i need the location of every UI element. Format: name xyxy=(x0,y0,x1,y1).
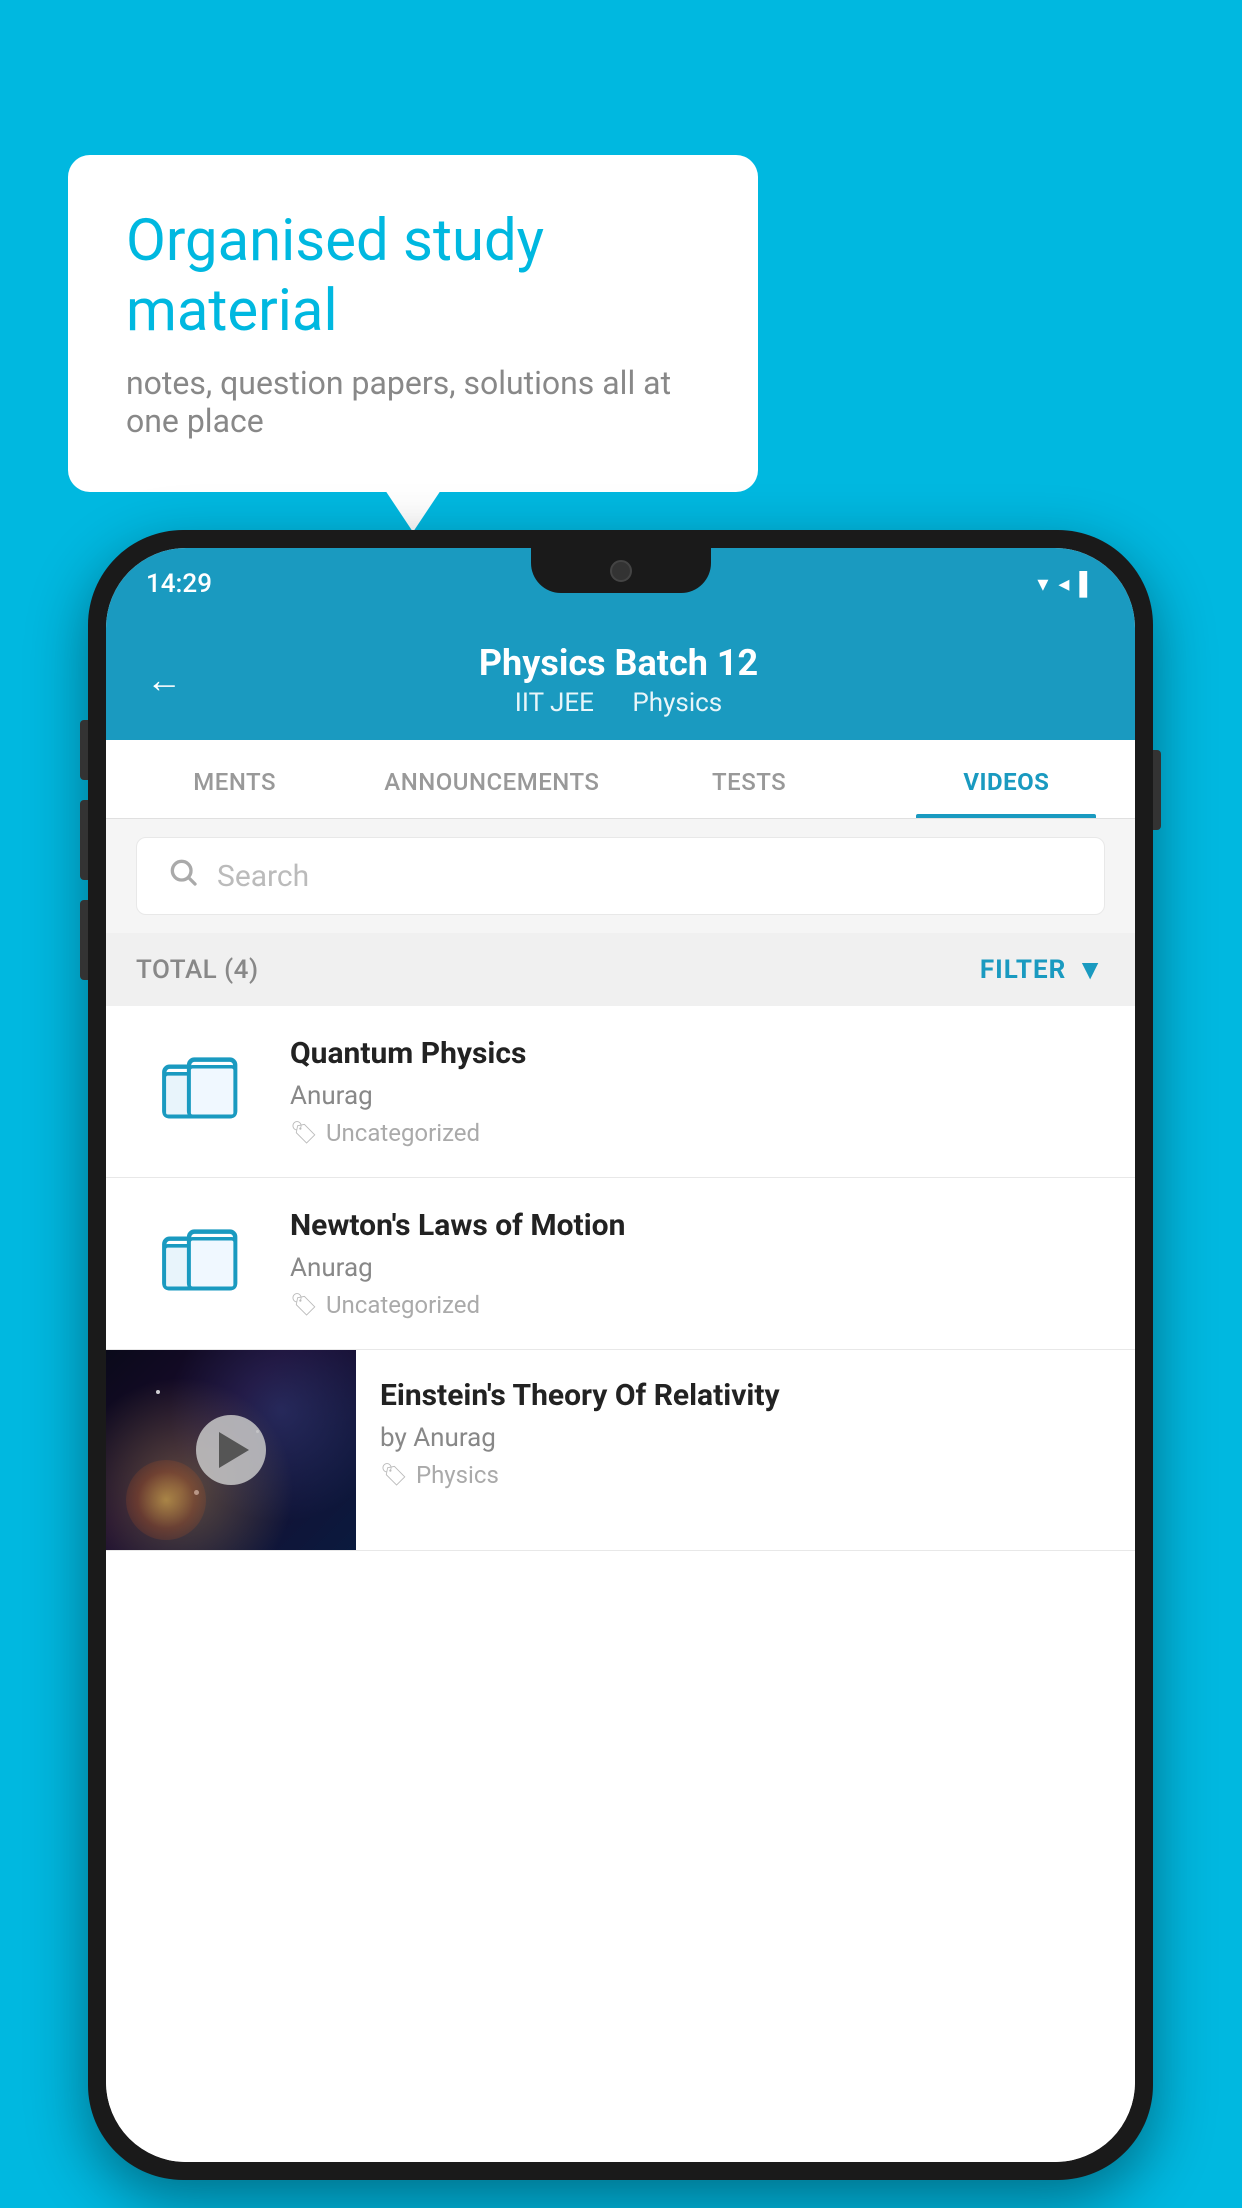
tab-tests[interactable]: TESTS xyxy=(621,740,878,818)
header-subtitle: IIT JEE Physics xyxy=(206,688,1031,718)
video-title: Newton's Laws of Motion xyxy=(290,1208,1105,1243)
tab-ments[interactable]: MENTS xyxy=(106,740,363,818)
search-bar[interactable]: Search xyxy=(136,837,1105,915)
mute-button xyxy=(80,720,88,780)
filter-bar: TOTAL (4) FILTER ▼ xyxy=(106,933,1135,1006)
volume-down-button xyxy=(80,900,88,980)
search-placeholder: Search xyxy=(217,859,309,894)
subtitle-iitjee: IIT JEE xyxy=(515,688,594,718)
video-folder-icon xyxy=(136,1209,266,1319)
header-title-area: Physics Batch 12 IIT JEE Physics xyxy=(206,642,1031,718)
video-details: Einstein's Theory Of Relativity by Anura… xyxy=(356,1350,1135,1517)
camera xyxy=(610,560,632,582)
status-icons: ▾ ◂ ▌ xyxy=(1037,571,1095,597)
speech-bubble: Organised study material notes, question… xyxy=(68,155,758,492)
play-icon xyxy=(219,1432,249,1468)
speech-bubble-card: Organised study material notes, question… xyxy=(68,155,758,492)
filter-icon: ▼ xyxy=(1076,953,1105,986)
video-title: Einstein's Theory Of Relativity xyxy=(380,1378,1109,1413)
tag-icon: 🏷 xyxy=(380,1463,408,1488)
video-details: Newton's Laws of Motion Anurag 🏷 Uncateg… xyxy=(290,1208,1105,1319)
search-icon xyxy=(167,856,199,896)
video-details: Quantum Physics Anurag 🏷 Uncategorized xyxy=(290,1036,1105,1147)
video-tag: 🏷 Uncategorized xyxy=(290,1291,1105,1319)
subtitle-physics: Physics xyxy=(632,688,722,718)
battery-icon: ▌ xyxy=(1079,571,1095,597)
video-author: Anurag xyxy=(290,1081,1105,1111)
bubble-title: Organised study material xyxy=(126,207,700,346)
video-thumbnail xyxy=(106,1350,356,1550)
tab-announcements[interactable]: ANNOUNCEMENTS xyxy=(363,740,620,818)
list-item[interactable]: Newton's Laws of Motion Anurag 🏷 Uncateg… xyxy=(106,1178,1135,1350)
tag-icon: 🏷 xyxy=(290,1293,318,1318)
tag-label: Physics xyxy=(416,1461,499,1489)
video-title: Quantum Physics xyxy=(290,1036,1105,1071)
phone: 14:29 ▾ ◂ ▌ ← Physics Batch 12 xyxy=(88,530,1153,2180)
phone-screen: 14:29 ▾ ◂ ▌ ← Physics Batch 12 xyxy=(106,548,1135,2162)
video-tag: 🏷 Physics xyxy=(380,1461,1109,1489)
filter-label: FILTER xyxy=(980,955,1066,985)
notch xyxy=(531,548,711,593)
power-button xyxy=(1153,750,1161,830)
bubble-subtitle: notes, question papers, solutions all at… xyxy=(126,364,700,440)
tag-icon: 🏷 xyxy=(290,1121,318,1146)
tag-label: Uncategorized xyxy=(326,1291,480,1319)
tag-label: Uncategorized xyxy=(326,1119,480,1147)
list-item[interactable]: Einstein's Theory Of Relativity by Anura… xyxy=(106,1350,1135,1551)
phone-outer: 14:29 ▾ ◂ ▌ ← Physics Batch 12 xyxy=(88,530,1153,2180)
status-time: 14:29 xyxy=(146,569,212,599)
filter-button[interactable]: FILTER ▼ xyxy=(980,953,1105,986)
tab-videos[interactable]: VIDEOS xyxy=(878,740,1135,818)
play-button[interactable] xyxy=(196,1415,266,1485)
video-tag: 🏷 Uncategorized xyxy=(290,1119,1105,1147)
video-list: Quantum Physics Anurag 🏷 Uncategorized xyxy=(106,1006,1135,2162)
signal-icon: ◂ xyxy=(1058,572,1069,597)
status-bar: 14:29 ▾ ◂ ▌ xyxy=(106,548,1135,620)
tabs-bar: MENTS ANNOUNCEMENTS TESTS VIDEOS xyxy=(106,740,1135,819)
app-header: ← Physics Batch 12 IIT JEE Physics xyxy=(106,620,1135,740)
list-item[interactable]: Quantum Physics Anurag 🏷 Uncategorized xyxy=(106,1006,1135,1178)
back-button[interactable]: ← xyxy=(146,659,182,701)
volume-up-button xyxy=(80,800,88,880)
video-folder-icon xyxy=(136,1037,266,1147)
search-container: Search xyxy=(106,819,1135,933)
app-content: ← Physics Batch 12 IIT JEE Physics xyxy=(106,620,1135,2162)
wifi-icon: ▾ xyxy=(1037,572,1048,597)
video-author: by Anurag xyxy=(380,1423,1109,1453)
video-author: Anurag xyxy=(290,1253,1105,1283)
header-title: Physics Batch 12 xyxy=(206,642,1031,684)
total-count: TOTAL (4) xyxy=(136,955,259,985)
